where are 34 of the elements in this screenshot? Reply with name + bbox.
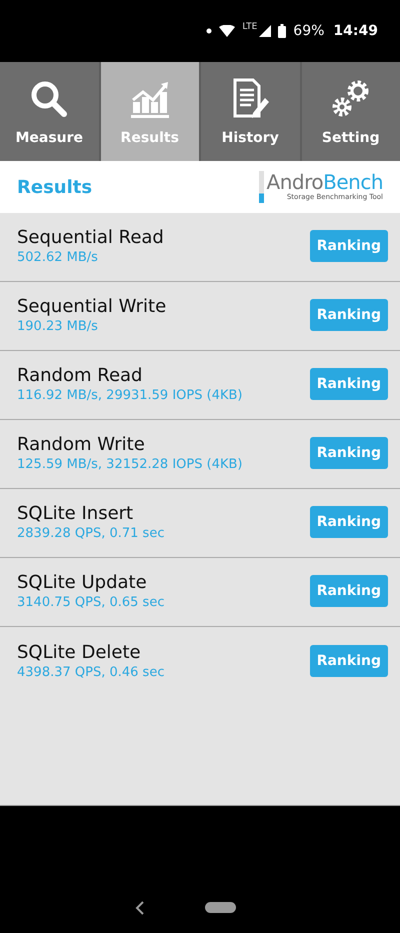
- test-result: 125.59 MB/s, 32152.28 IOPS (4KB): [17, 457, 242, 472]
- battery-icon: [278, 24, 286, 38]
- logo-mark: [258, 171, 264, 203]
- page-title: Results: [17, 176, 92, 198]
- clock: 14:49: [333, 23, 378, 39]
- battery-percent: 69%: [293, 23, 324, 39]
- test-result: 190.23 MB/s: [17, 319, 99, 334]
- ranking-button[interactable]: Ranking: [310, 299, 388, 331]
- tab[interactable]: Results: [100, 62, 201, 161]
- test-result: 116.92 MB/s, 29931.59 IOPS (4KB): [17, 388, 242, 403]
- ranking-button[interactable]: Ranking: [310, 368, 388, 400]
- wifi-icon: [219, 25, 236, 37]
- ranking-button[interactable]: Ranking: [310, 644, 388, 676]
- test-result: 502.62 MB/s: [17, 250, 99, 265]
- test-name: SQLite Update: [17, 572, 148, 593]
- ranking-button[interactable]: Ranking: [310, 230, 388, 262]
- test-name: Random Read: [17, 365, 144, 386]
- test-name: Random Write: [17, 434, 146, 455]
- home-handle[interactable]: [204, 902, 236, 913]
- ranking-button[interactable]: Ranking: [310, 575, 388, 607]
- back-icon[interactable]: [134, 901, 144, 915]
- test-name: SQLite Insert: [17, 503, 134, 524]
- test-result: 2839.28 QPS, 0.71 sec: [17, 526, 164, 541]
- test-name: Sequential Read: [17, 227, 164, 248]
- test-name: Sequential Write: [17, 296, 166, 317]
- ranking-button[interactable]: Ranking: [310, 506, 388, 538]
- test-result: 3140.75 QPS, 0.65 sec: [17, 595, 164, 610]
- network-label: LTE: [242, 22, 258, 32]
- test-name: SQLite Delete: [17, 642, 142, 662]
- app-logo: AndroBench: [266, 171, 383, 193]
- notification-dot-icon: [206, 28, 212, 34]
- ranking-button[interactable]: Ranking: [310, 437, 388, 469]
- signal-icon: [259, 25, 272, 37]
- test-result: 4398.37 QPS, 0.46 sec: [17, 664, 164, 680]
